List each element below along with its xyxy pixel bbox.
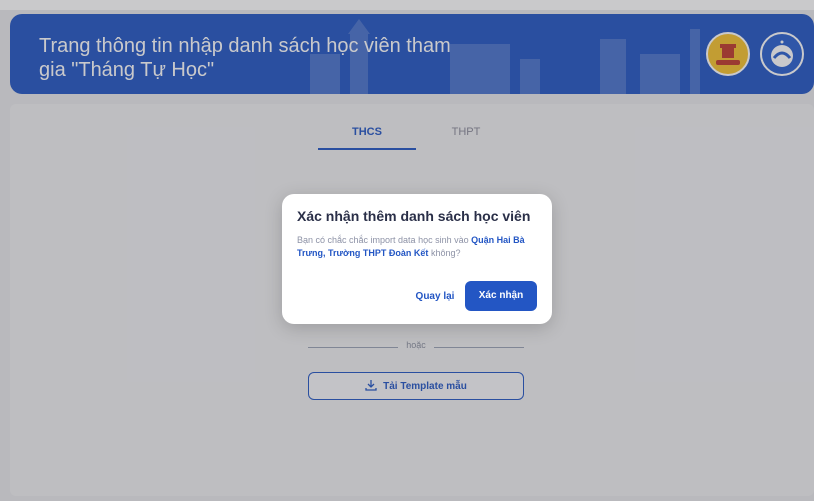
back-button[interactable]: Quay lại bbox=[406, 286, 464, 308]
dialog-message: Bạn có chắc chắc import data học sinh và… bbox=[297, 234, 537, 260]
confirm-button[interactable]: Xác nhận bbox=[465, 281, 537, 311]
dialog-title: Xác nhận thêm danh sách học viên bbox=[297, 208, 531, 224]
confirm-dialog: Xác nhận thêm danh sách học viên Bạn có … bbox=[282, 194, 552, 324]
dialog-message-prefix: Bạn có chắc chắc import data học sinh và… bbox=[297, 235, 472, 245]
dialog-message-suffix: không? bbox=[428, 248, 461, 258]
